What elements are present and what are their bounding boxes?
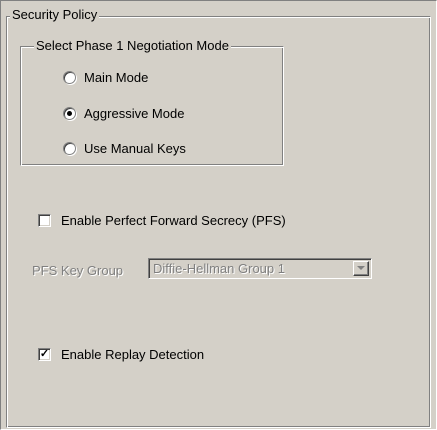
pfs-key-group-select[interactable]: Diffie-Hellman Group 1: [148, 258, 372, 279]
pfs-checkbox-label: Enable Perfect Forward Secrecy (PFS): [61, 212, 286, 228]
pfs-key-group-label: PFS Key Group: [32, 263, 124, 278]
radio-main-mode[interactable]: Main Mode: [63, 68, 148, 86]
radio-use-manual-keys[interactable]: Use Manual Keys: [63, 139, 186, 157]
chevron-down-icon: [357, 266, 365, 270]
radio-aggressive-mode-indicator[interactable]: [63, 106, 76, 120]
pfs-checkbox[interactable]: [38, 213, 51, 227]
pfs-checkbox-row[interactable]: Enable Perfect Forward Secrecy (PFS): [38, 211, 286, 229]
radio-main-mode-label: Main Mode: [84, 69, 149, 85]
radio-aggressive-mode[interactable]: Aggressive Mode: [63, 104, 184, 122]
pfs-key-group-dropdown-button[interactable]: [353, 261, 369, 276]
security-policy-title: Security Policy: [10, 7, 100, 22]
pfs-key-group-value: Diffie-Hellman Group 1: [153, 261, 285, 276]
radio-use-manual-keys-label: Use Manual Keys: [84, 140, 186, 156]
phase1-title: Select Phase 1 Negotiation Mode: [34, 38, 231, 53]
radio-main-mode-indicator[interactable]: [63, 70, 76, 84]
radio-aggressive-mode-label: Aggressive Mode: [84, 105, 185, 121]
replay-detection-label: Enable Replay Detection: [61, 346, 205, 362]
radio-use-manual-keys-indicator[interactable]: [63, 141, 76, 155]
replay-detection-checkbox-row[interactable]: ✓ Enable Replay Detection: [38, 345, 204, 363]
replay-detection-checkbox[interactable]: ✓: [38, 347, 51, 361]
